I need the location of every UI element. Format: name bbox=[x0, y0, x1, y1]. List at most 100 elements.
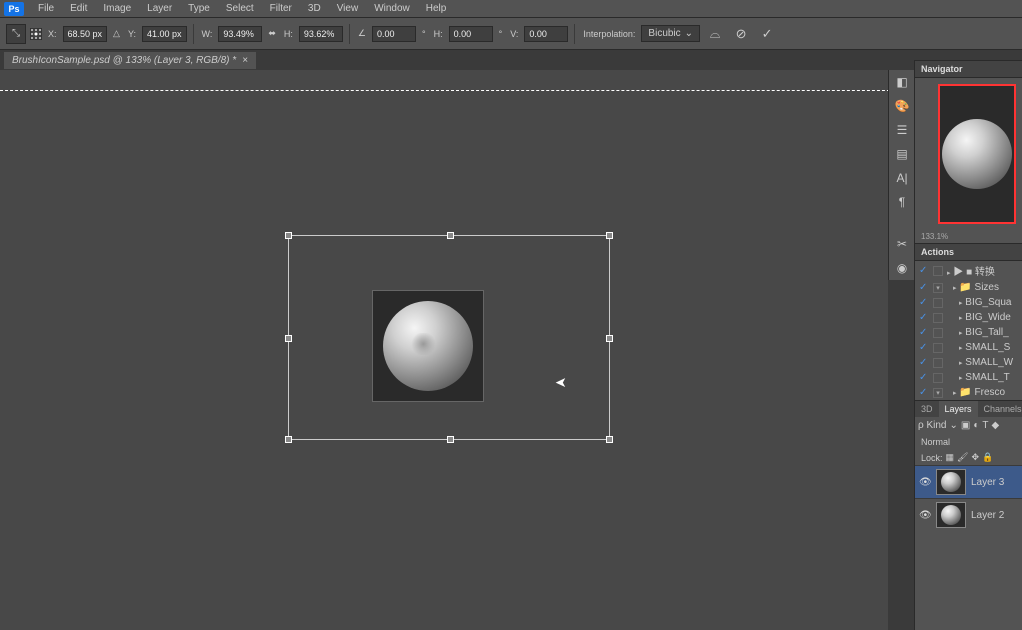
layer-name[interactable]: Layer 3 bbox=[971, 477, 1004, 488]
menu-help[interactable]: Help bbox=[418, 1, 455, 16]
menu-type[interactable]: Type bbox=[180, 1, 218, 16]
check-icon[interactable]: ✓ bbox=[919, 312, 929, 323]
triangle-icon[interactable]: ▸ bbox=[953, 285, 957, 292]
angle-field[interactable]: 0.00 bbox=[372, 26, 416, 42]
cancel-transform-icon[interactable]: ⊘ bbox=[730, 23, 752, 45]
y-field[interactable]: 41.00 px bbox=[142, 26, 187, 42]
w-field[interactable]: 93.49% bbox=[218, 26, 262, 42]
warp-mode-icon[interactable]: ⌓ bbox=[704, 23, 726, 45]
filter-adjust-icon[interactable]: ◐ bbox=[973, 420, 979, 431]
tool-clone-icon[interactable]: ◉ bbox=[889, 256, 915, 280]
toggle-icon[interactable] bbox=[933, 298, 943, 308]
document-tab[interactable]: BrushIconSample.psd @ 133% (Layer 3, RGB… bbox=[4, 52, 256, 69]
layer-row[interactable]: 👁 Layer 3 bbox=[915, 465, 1022, 498]
x-field[interactable]: 68.50 px bbox=[63, 26, 108, 42]
link-icon[interactable]: ⬌ bbox=[268, 28, 276, 39]
layer-row[interactable]: 👁 Layer 2 bbox=[915, 498, 1022, 531]
transform-tool-icon[interactable]: ⤡ bbox=[6, 24, 26, 44]
reference-point-icon[interactable] bbox=[30, 28, 42, 40]
tool-histogram-icon[interactable]: ◧ bbox=[889, 70, 915, 94]
menu-image[interactable]: Image bbox=[95, 1, 139, 16]
action-row[interactable]: ✓▸ SMALL_W bbox=[915, 355, 1022, 370]
menu-layer[interactable]: Layer bbox=[139, 1, 180, 16]
handle-tr[interactable] bbox=[606, 232, 613, 239]
check-icon[interactable]: ✓ bbox=[919, 342, 929, 353]
filter-type-icon[interactable]: T bbox=[982, 420, 988, 431]
action-row[interactable]: ✓▸ SMALL_T bbox=[915, 370, 1022, 385]
layer-filter-row[interactable]: ρ Kind ⌄ ▣ ◐ T ◆ bbox=[915, 417, 1022, 434]
action-row[interactable]: ✓▸ BIG_Tall_ bbox=[915, 325, 1022, 340]
tab-3d[interactable]: 3D bbox=[915, 401, 939, 417]
handle-bl[interactable] bbox=[285, 436, 292, 443]
h-field[interactable]: 93.62% bbox=[299, 26, 343, 42]
action-row[interactable]: ✓▸ SMALL_S bbox=[915, 340, 1022, 355]
triangle-icon[interactable]: ▸ bbox=[959, 360, 963, 367]
triangle-icon[interactable]: ▸ bbox=[953, 390, 957, 397]
triangle-icon[interactable]: ▸ bbox=[947, 270, 951, 277]
menu-3d[interactable]: 3D bbox=[300, 1, 329, 16]
tool-swatches-icon[interactable]: 🎨 bbox=[889, 94, 915, 118]
filter-shape-icon[interactable]: ◆ bbox=[991, 420, 999, 431]
triangle-icon[interactable]: ▸ bbox=[959, 375, 963, 382]
toggle-icon[interactable]: ▾ bbox=[933, 283, 943, 293]
canvas-area[interactable]: ➤ bbox=[0, 70, 888, 630]
chevron-down-icon[interactable]: ⌄ bbox=[949, 420, 957, 431]
navigator-thumbnail[interactable] bbox=[915, 78, 1022, 230]
check-icon[interactable]: ✓ bbox=[919, 265, 929, 276]
action-row[interactable]: ✓▾▸ 📁 Sizes bbox=[915, 280, 1022, 295]
menu-view[interactable]: View bbox=[329, 1, 367, 16]
actions-panel-header[interactable]: Actions bbox=[915, 243, 1022, 261]
check-icon[interactable]: ✓ bbox=[919, 372, 929, 383]
handle-br[interactable] bbox=[606, 436, 613, 443]
layer-name[interactable]: Layer 2 bbox=[971, 510, 1004, 521]
lock-transparent-icon[interactable]: ▦ bbox=[946, 452, 955, 463]
check-icon[interactable]: ✓ bbox=[919, 297, 929, 308]
lock-position-icon[interactable]: ✥ bbox=[971, 452, 979, 463]
handle-ml[interactable] bbox=[285, 335, 292, 342]
tool-character-icon[interactable]: A| bbox=[889, 166, 915, 190]
tool-paragraph-icon[interactable]: ▤ bbox=[889, 142, 915, 166]
triangle-icon[interactable]: ▸ bbox=[959, 315, 963, 322]
filter-pixel-icon[interactable]: ▣ bbox=[961, 420, 970, 431]
interpolation-dropdown[interactable]: Bicubic⌄ bbox=[641, 25, 700, 42]
tab-channels[interactable]: Channels bbox=[978, 401, 1022, 417]
handle-tc[interactable] bbox=[447, 232, 454, 239]
vskew-field[interactable]: 0.00 bbox=[524, 26, 568, 42]
handle-bc[interactable] bbox=[447, 436, 454, 443]
toggle-icon[interactable] bbox=[933, 266, 943, 276]
tab-layers[interactable]: Layers bbox=[939, 401, 978, 417]
check-icon[interactable]: ✓ bbox=[919, 327, 929, 338]
triangle-icon[interactable]: ▸ bbox=[959, 300, 963, 307]
tool-glyphs-icon[interactable]: ¶ bbox=[889, 190, 915, 214]
check-icon[interactable]: ✓ bbox=[919, 282, 929, 293]
menu-edit[interactable]: Edit bbox=[62, 1, 95, 16]
triangle-icon[interactable]: ▸ bbox=[959, 345, 963, 352]
commit-transform-icon[interactable]: ✓ bbox=[756, 23, 778, 45]
layer-thumbnail[interactable] bbox=[936, 469, 966, 495]
triangle-icon[interactable]: ▸ bbox=[959, 330, 963, 337]
toggle-icon[interactable] bbox=[933, 373, 943, 383]
layer-thumbnail[interactable] bbox=[936, 502, 966, 528]
handle-tl[interactable] bbox=[285, 232, 292, 239]
toggle-icon[interactable]: ▾ bbox=[933, 388, 943, 398]
action-row[interactable]: ✓▸ BIG_Wide bbox=[915, 310, 1022, 325]
action-row[interactable]: ✓▾▸ 📁 Fresco bbox=[915, 385, 1022, 400]
menu-window[interactable]: Window bbox=[366, 1, 418, 16]
lock-pixels-icon[interactable]: 🖌 bbox=[957, 452, 968, 463]
menu-select[interactable]: Select bbox=[218, 1, 262, 16]
toggle-icon[interactable] bbox=[933, 358, 943, 368]
check-icon[interactable]: ✓ bbox=[919, 357, 929, 368]
menu-filter[interactable]: Filter bbox=[262, 1, 300, 16]
visibility-icon[interactable]: 👁 bbox=[919, 477, 931, 488]
close-tab-icon[interactable]: × bbox=[242, 55, 248, 66]
navigator-zoom[interactable]: 133.1% bbox=[915, 230, 1022, 243]
layer-content[interactable] bbox=[372, 290, 484, 402]
visibility-icon[interactable]: 👁 bbox=[919, 510, 931, 521]
delta-icon[interactable]: △ bbox=[113, 28, 120, 39]
action-row[interactable]: ✓▸ BIG_Squa bbox=[915, 295, 1022, 310]
toggle-icon[interactable] bbox=[933, 328, 943, 338]
hskew-field[interactable]: 0.00 bbox=[449, 26, 493, 42]
menu-file[interactable]: File bbox=[30, 1, 62, 16]
lock-all-icon[interactable]: 🔒 bbox=[982, 452, 993, 463]
check-icon[interactable]: ✓ bbox=[919, 387, 929, 398]
